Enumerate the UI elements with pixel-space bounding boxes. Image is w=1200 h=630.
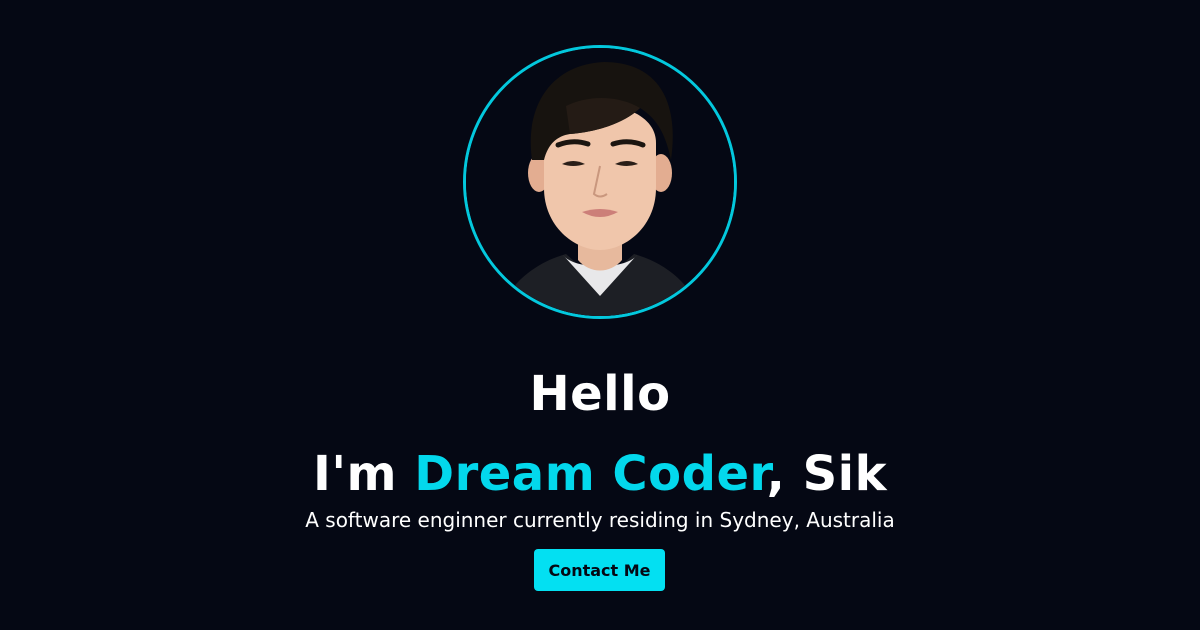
avatar: [463, 45, 737, 319]
intro-suffix: , Sik: [766, 445, 888, 502]
avatar-portrait-image: [466, 48, 734, 316]
greeting-heading: Hello: [529, 366, 671, 423]
intro-highlight-name: Dream Coder: [414, 445, 767, 502]
hero-section: Hello I'm Dream Coder, Sik A software en…: [0, 0, 1200, 630]
intro-prefix: I'm: [312, 445, 415, 502]
intro-heading: I'm Dream Coder, Sik: [0, 444, 1200, 504]
contact-me-button[interactable]: Contact Me: [534, 549, 665, 591]
tagline-text: A software enginner currently residing i…: [305, 508, 895, 532]
